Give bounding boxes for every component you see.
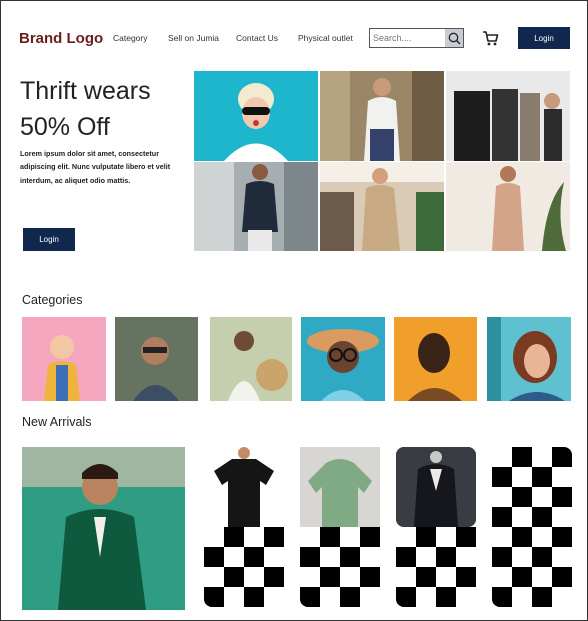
category-item-5[interactable] <box>394 317 477 401</box>
placeholder-image-1 <box>492 447 572 527</box>
hero-photo-1 <box>194 71 318 161</box>
new-arrival-item-1[interactable] <box>204 447 284 527</box>
nav-contact-us[interactable]: Contact Us <box>236 33 278 43</box>
header-login-button[interactable]: Login <box>518 27 570 49</box>
hero-photo-5 <box>320 162 444 251</box>
hero-title-line1: Thrift wears <box>20 77 151 105</box>
new-arrival-featured[interactable] <box>22 447 185 610</box>
nav-sell-on-jumia[interactable]: Sell on Jumia <box>168 33 219 43</box>
placeholder-image-2 <box>204 527 284 607</box>
search-button[interactable] <box>445 29 463 47</box>
hero-title-line2: 50% Off <box>20 113 110 141</box>
search-box <box>369 28 464 48</box>
cart-icon <box>483 31 499 46</box>
categories-title: Categories <box>22 293 83 307</box>
category-item-4[interactable] <box>301 317 385 401</box>
new-arrival-item-3[interactable] <box>396 447 476 527</box>
nav-physical-outlet[interactable]: Physical outlet <box>298 33 353 43</box>
hero-photo-2 <box>320 71 444 161</box>
hero-photo-3 <box>446 71 570 161</box>
category-item-6[interactable] <box>487 317 571 401</box>
placeholder-image-5 <box>492 527 572 607</box>
search-icon <box>448 32 460 44</box>
new-arrivals-title: New Arrivals <box>22 415 92 429</box>
hero-description: Lorem ipsum dolor sit amet, consectetur … <box>20 149 171 185</box>
placeholder-image-4 <box>396 527 476 607</box>
category-item-1[interactable] <box>22 317 106 401</box>
search-input[interactable] <box>370 29 445 47</box>
brand-logo[interactable]: Brand Logo <box>19 30 103 47</box>
hero-photo-6 <box>446 162 570 251</box>
cart-button[interactable] <box>482 30 499 52</box>
category-item-2[interactable] <box>115 317 198 401</box>
placeholder-image-3 <box>300 527 380 607</box>
hero-login-button[interactable]: Login <box>23 228 75 251</box>
new-arrival-item-2[interactable] <box>300 447 380 527</box>
category-item-3[interactable] <box>210 317 292 401</box>
nav-category[interactable]: Category <box>113 33 148 43</box>
hero-photo-4 <box>194 162 318 251</box>
